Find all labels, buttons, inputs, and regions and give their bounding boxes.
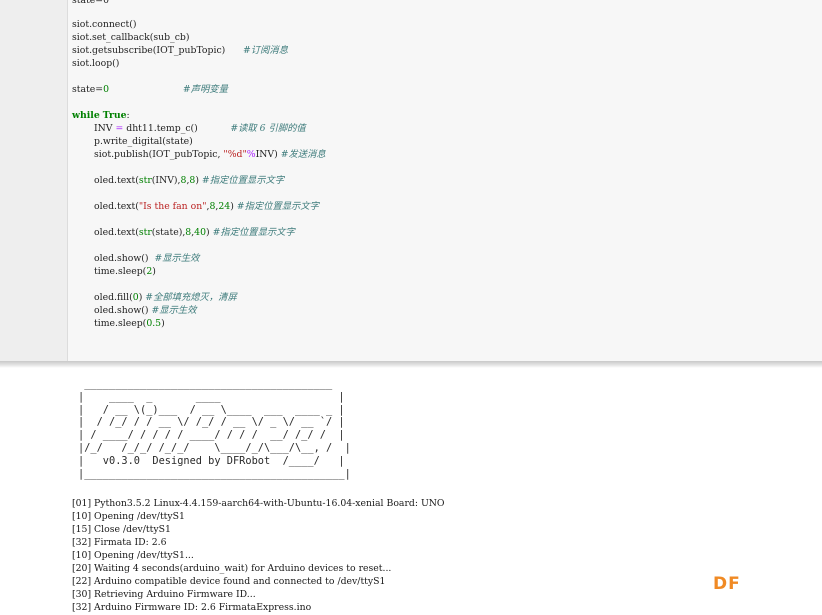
code-token: siot.connect()	[72, 19, 137, 30]
code-token: #指定位置显示文字	[212, 227, 295, 238]
code-token: "Is the fan on"	[138, 201, 207, 212]
code-token: #声明变量	[182, 84, 228, 95]
terminal-log-line: [22] Arduino compatible device found and…	[72, 576, 386, 587]
code-token: INV)	[255, 149, 281, 160]
code-token: #读取 6 引脚的值	[230, 123, 306, 134]
code-token: oled.show()	[94, 305, 152, 316]
code-token: )	[195, 175, 202, 186]
terminal-log-line: [15] Close /dev/ttyS1	[72, 524, 171, 535]
code-token: siot.getsubscribe(IOT_pubTopic)	[72, 45, 244, 56]
code-token: 40	[194, 227, 207, 238]
code-token: )	[206, 227, 213, 238]
code-line: oled.text(str(state),8,40) #指定位置显示文字	[94, 227, 295, 239]
code-line: siot.set_callback(sub_cb)	[72, 32, 190, 44]
code-token: )	[161, 318, 165, 329]
code-line: time.sleep(2)	[94, 266, 156, 278]
terminal-log-line: [32] Firmata ID: 2.6	[72, 537, 167, 548]
code-token: siot.loop()	[72, 58, 120, 69]
code-token: )	[152, 266, 156, 277]
panel-divider[interactable]	[0, 361, 822, 368]
code-token: dht11.temp_c()	[123, 123, 231, 134]
code-line: siot.getsubscribe(IOT_pubTopic) #订阅消息	[72, 45, 288, 57]
code-line: siot.connect()	[72, 19, 137, 31]
code-token: str	[138, 175, 152, 186]
code-token: p.write_digital(state)	[94, 136, 193, 147]
dfrobot-watermark-logo: DF	[713, 574, 741, 594]
code-line: p.write_digital(state)	[94, 136, 193, 148]
code-token: oled.text(	[94, 227, 139, 238]
code-token: (state),	[151, 227, 186, 238]
code-token: :	[126, 110, 130, 121]
code-editor[interactable]: state=0 siot.connect() siot.set_callback(s…	[0, 0, 822, 361]
code-token: oled.text(	[94, 201, 139, 212]
code-token: #全部填充熄灭，清屏	[145, 292, 237, 303]
code-token: while	[72, 110, 100, 121]
code-token: time.sleep(	[94, 318, 147, 329]
terminal-log-line: [01] Python3.5.2 Linux-4.4.159-aarch64-w…	[72, 498, 445, 509]
code-token: #显示生效	[154, 253, 200, 264]
code-token: #订阅消息	[243, 45, 288, 56]
code-token: #显示生效	[151, 305, 197, 316]
terminal-log-line: [10] Opening /dev/ttyS1...	[72, 550, 194, 561]
code-token: %	[246, 149, 256, 160]
pinpong-ascii-banner: ________________________________________…	[78, 378, 351, 480]
line-gutter	[0, 0, 68, 361]
terminal-log-line: [32] Arduino Firmware ID: 2.6 FirmataExp…	[72, 602, 312, 613]
code-line: oled.text("Is the fan on",8,24) #指定位置显示文…	[94, 201, 319, 213]
code-line: oled.show() #显示生效	[94, 253, 199, 265]
code-token: 24	[218, 201, 231, 212]
code-line: state=0	[72, 0, 109, 7]
code-token: True	[102, 110, 127, 121]
code-token: )	[230, 201, 237, 212]
terminal-log-line: [20] Waiting 4 seconds(arduino_wait) for…	[72, 563, 392, 574]
code-line: siot.loop()	[72, 58, 119, 70]
code-token: oled.text(	[94, 175, 139, 186]
code-token: #指定位置显示文字	[201, 175, 285, 186]
code-line: oled.show() #显示生效	[94, 305, 197, 317]
code-token: siot.publish(IOT_pubTopic,	[94, 149, 224, 160]
code-token: 0.5	[146, 318, 162, 329]
code-token: #指定位置显示文字	[236, 201, 319, 212]
code-token: str	[138, 227, 152, 238]
code-line: siot.publish(IOT_pubTopic, "%d"%INV) #发送…	[94, 149, 326, 161]
code-token: siot.set_callback(sub_cb)	[72, 32, 190, 43]
terminal-log-line: [30] Retrieving Arduino Firmware ID...	[72, 589, 256, 600]
code-token: #发送消息	[280, 149, 326, 160]
code-token: "%d"	[223, 149, 247, 160]
code-line: oled.text(str(INV),8,8) #指定位置显示文字	[94, 175, 284, 187]
terminal-log-line: [10] Opening /dev/ttyS1	[72, 511, 185, 522]
code-line: state=0 #声明变量	[72, 84, 228, 96]
code-line: oled.fill(0) #全部填充熄灭，清屏	[94, 292, 237, 304]
code-token: INV	[94, 123, 116, 134]
code-token: state=	[72, 84, 104, 95]
code-token: oled.show()	[94, 253, 155, 264]
code-line: while True:	[72, 110, 130, 122]
code-token: state=0	[72, 0, 109, 6]
code-token: (INV),	[151, 175, 181, 186]
code-line: INV = dht11.temp_c() #读取 6 引脚的值	[94, 123, 306, 135]
code-token: oled.fill(	[94, 292, 133, 303]
code-token: time.sleep(	[94, 266, 147, 277]
code-line: time.sleep(0.5)	[94, 318, 165, 330]
